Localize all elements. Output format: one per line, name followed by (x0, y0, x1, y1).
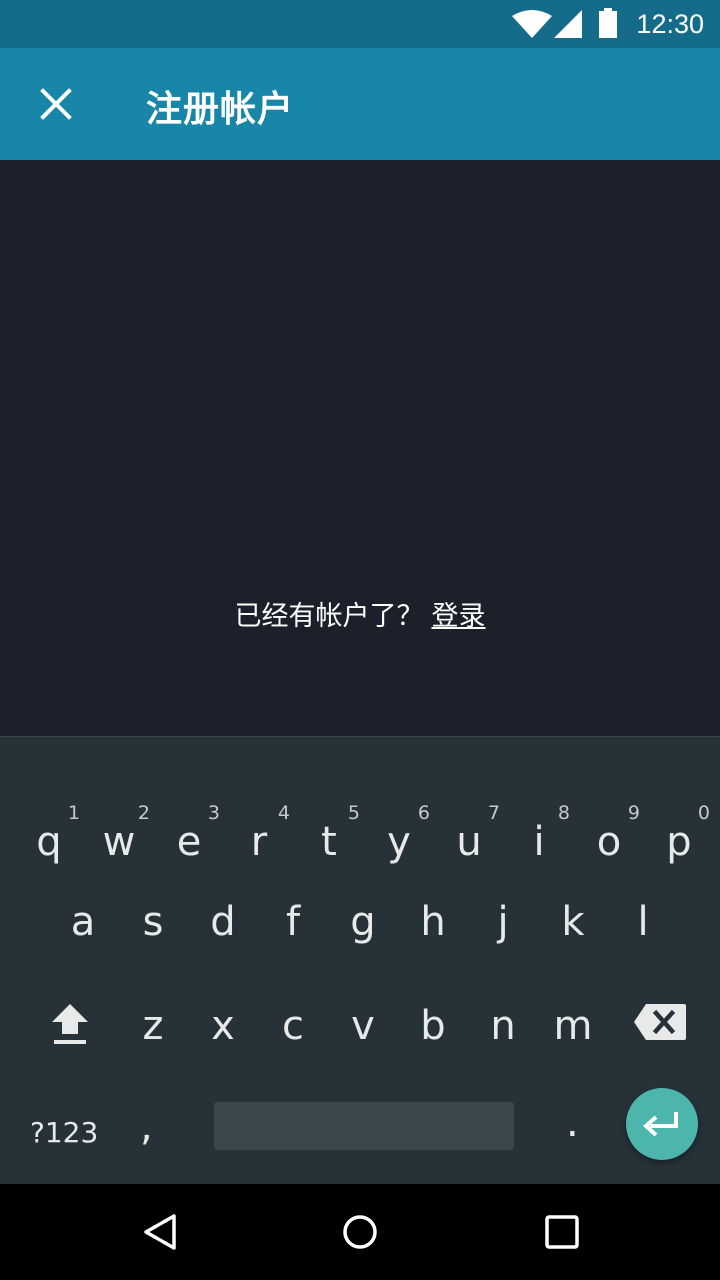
key-label: r (250, 819, 268, 865)
key-o[interactable]: 9o (574, 760, 644, 865)
key-r[interactable]: 4r (224, 760, 294, 865)
key-x[interactable]: x (188, 1006, 258, 1106)
key-label: o (596, 819, 622, 865)
close-button[interactable] (18, 66, 94, 142)
key-label: m (553, 1003, 593, 1049)
key-b[interactable]: b (398, 1006, 468, 1106)
key-n[interactable]: n (468, 1006, 538, 1106)
backspace-icon (634, 1004, 686, 1040)
key-c[interactable]: c (258, 1006, 328, 1106)
key-p[interactable]: 0p (644, 760, 714, 865)
shift-key[interactable] (44, 1000, 96, 1052)
key-label: q (36, 819, 62, 865)
key-f[interactable]: f (258, 902, 328, 1002)
key-w[interactable]: 2w (84, 760, 154, 865)
key-label: l (637, 899, 649, 945)
key-u[interactable]: 7u (434, 760, 504, 865)
battery-icon (599, 8, 617, 38)
key-label: k (561, 899, 585, 945)
key-label: v (351, 1003, 375, 1049)
key-label: y (387, 819, 411, 865)
key-label: i (533, 819, 545, 865)
status-time: 12:30 (636, 9, 704, 39)
back-icon (144, 1214, 176, 1250)
key-label: t (321, 819, 337, 865)
key-a[interactable]: a (48, 902, 118, 1002)
key-label: p (666, 819, 692, 865)
key-label: c (282, 1003, 304, 1049)
navigation-bar (0, 1184, 720, 1280)
key-label: f (285, 899, 301, 945)
login-link[interactable]: 登录 (432, 601, 486, 632)
login-prompt-line: 已经有帐户了？ 登录 (0, 594, 720, 633)
key-label: u (456, 819, 482, 865)
recents-icon (545, 1215, 579, 1249)
page-title: 注册帐户 (146, 89, 295, 130)
comma-key[interactable]: , (140, 1104, 153, 1150)
enter-key[interactable] (626, 1088, 698, 1160)
enter-icon (643, 1112, 678, 1137)
key-q[interactable]: 1q (14, 760, 84, 865)
space-key[interactable] (214, 1102, 514, 1150)
recents-button[interactable] (532, 1202, 592, 1262)
key-t[interactable]: 5t (294, 760, 364, 865)
backspace-key[interactable] (632, 1002, 688, 1046)
key-label: w (102, 819, 136, 865)
key-label: a (70, 899, 96, 945)
signal-icon (554, 10, 582, 38)
key-label: x (211, 1003, 235, 1049)
main-content: 已经有帐户了？ 登录 (0, 160, 720, 736)
key-j[interactable]: j (468, 902, 538, 1002)
period-key[interactable]: . (566, 1100, 579, 1146)
shift-icon (52, 1004, 88, 1044)
key-label: n (490, 1003, 516, 1049)
close-icon (40, 88, 72, 120)
key-label: d (210, 899, 236, 945)
key-s[interactable]: s (118, 902, 188, 1002)
key-label: z (142, 1003, 164, 1049)
key-i[interactable]: 8i (504, 760, 574, 865)
key-d[interactable]: d (188, 902, 258, 1002)
key-m[interactable]: m (538, 1006, 608, 1106)
app-bar: 注册帐户 (0, 48, 720, 160)
key-label: j (497, 899, 509, 945)
home-icon (343, 1215, 377, 1249)
home-button[interactable] (330, 1202, 390, 1262)
key-y[interactable]: 6y (364, 760, 434, 865)
key-label: b (420, 1003, 446, 1049)
status-bar: 12:30 (0, 0, 720, 48)
back-button[interactable] (130, 1202, 190, 1262)
key-label: s (142, 899, 164, 945)
key-label: g (350, 899, 376, 945)
wifi-icon (512, 10, 552, 38)
key-g[interactable]: g (328, 902, 398, 1002)
key-e[interactable]: 3e (154, 760, 224, 865)
key-label: e (176, 819, 202, 865)
key-v[interactable]: v (328, 1006, 398, 1106)
key-k[interactable]: k (538, 902, 608, 1002)
key-l[interactable]: l (608, 902, 678, 1002)
key-h[interactable]: h (398, 902, 468, 1002)
key-z[interactable]: z (118, 1006, 188, 1106)
login-prompt-text: 已经有帐户了？ (234, 601, 424, 632)
key-label: h (420, 899, 446, 945)
symbols-key[interactable]: ?123 (30, 1116, 98, 1149)
